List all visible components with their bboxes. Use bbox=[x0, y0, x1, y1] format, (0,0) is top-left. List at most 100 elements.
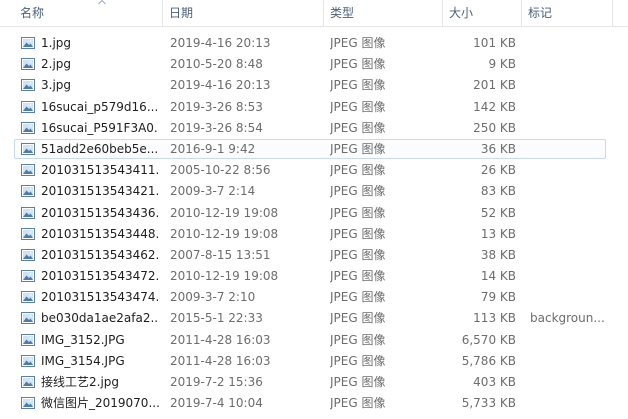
file-size: 83 KB bbox=[480, 184, 516, 199]
file-row[interactable]: 2.jpg 2010-5-20 8:48 JPEG 图像 9 KB bbox=[0, 54, 628, 75]
file-date: 2010-12-19 19:08 bbox=[170, 269, 279, 284]
file-date: 2010-5-20 8:48 bbox=[170, 57, 263, 72]
file-type: JPEG 图像 bbox=[330, 353, 386, 368]
file-row[interactable]: 201031513543411... 2005-10-22 8:56 JPEG 图像… bbox=[0, 160, 628, 181]
file-tags bbox=[530, 181, 626, 202]
file-size: 14 KB bbox=[480, 269, 516, 284]
file-date: 2011-4-28 16:03 bbox=[170, 353, 271, 368]
file-type: JPEG 图像 bbox=[330, 36, 386, 50]
file-type: JPEG 图像 bbox=[330, 269, 386, 284]
file-type: JPEG 图像 bbox=[330, 78, 386, 93]
file-date: 2019-4-16 20:13 bbox=[170, 36, 271, 50]
file-date: 2009-3-7 2:10 bbox=[170, 290, 256, 305]
file-name: 201031513543421... bbox=[41, 184, 159, 199]
file-name: IMG_3152.JPG bbox=[41, 332, 125, 347]
file-date: 2010-12-19 19:08 bbox=[170, 226, 279, 241]
file-type: JPEG 图像 bbox=[330, 396, 386, 411]
file-size: 52 KB bbox=[480, 205, 516, 220]
image-file-icon bbox=[21, 58, 35, 71]
file-row[interactable]: 201031513543462... 2007-8-15 13:51 JPEG 图像… bbox=[0, 245, 628, 266]
file-row[interactable]: IMG_3154.JPG 2011-4-28 16:03 JPEG 图像 5,786 … bbox=[0, 351, 628, 372]
file-name: be030da1ae2afa2... bbox=[41, 311, 159, 326]
file-row[interactable]: 微信图片_2019070... 2019-7-4 10:04 JPEG 图像 5,73… bbox=[0, 393, 628, 414]
file-date: 2009-3-7 2:14 bbox=[170, 184, 256, 199]
file-tags bbox=[530, 266, 626, 287]
file-name: 201031513543462... bbox=[41, 247, 159, 262]
file-size: 5,786 KB bbox=[461, 353, 516, 368]
file-type: JPEG 图像 bbox=[330, 163, 386, 178]
file-row[interactable]: 201031513543472... 2010-12-19 19:08 JPEG 图… bbox=[0, 266, 628, 287]
image-file-icon bbox=[21, 100, 35, 113]
file-type: JPEG 图像 bbox=[330, 311, 386, 326]
file-row[interactable]: 201031513543436... 2010-12-19 19:08 JPEG 图… bbox=[0, 203, 628, 224]
image-file-icon bbox=[21, 312, 35, 325]
column-header-date[interactable]: 日期 bbox=[163, 0, 323, 26]
file-row[interactable]: 201031513543421... 2009-3-7 2:14 JPEG 图像 83… bbox=[0, 181, 628, 202]
column-header-tags-label: 标记 bbox=[528, 6, 553, 20]
file-name: 16sucai_p579d16... bbox=[41, 99, 159, 114]
file-size: 142 KB bbox=[473, 99, 516, 114]
file-size: 6,570 KB bbox=[461, 332, 516, 347]
sort-up-icon bbox=[98, 0, 106, 5]
file-date: 2007-8-15 13:51 bbox=[170, 247, 271, 262]
file-date: 2019-4-16 20:13 bbox=[170, 78, 271, 93]
image-file-icon bbox=[21, 333, 35, 346]
file-row[interactable]: 16sucai_p579d16... 2019-3-26 8:53 JPEG 图像 1… bbox=[0, 97, 628, 118]
file-date: 2019-3-26 8:54 bbox=[170, 120, 263, 135]
file-row[interactable]: IMG_3152.JPG 2011-4-28 16:03 JPEG 图像 6,570 … bbox=[0, 330, 628, 351]
file-type: JPEG 图像 bbox=[330, 120, 386, 135]
file-name: 201031513543411... bbox=[41, 163, 159, 178]
file-size: 38 KB bbox=[480, 247, 516, 262]
file-tags bbox=[530, 393, 626, 414]
column-header-row: 名称 日期 类型 大小 标记 bbox=[0, 0, 628, 27]
file-row[interactable]: 1.jpg 2019-4-16 20:13 JPEG 图像 101 KB bbox=[0, 33, 628, 54]
image-file-icon bbox=[21, 291, 35, 304]
file-type: JPEG 图像 bbox=[330, 332, 386, 347]
file-name: IMG_3154.JPG bbox=[41, 353, 125, 368]
file-row[interactable]: 16sucai_P591F3A0... 2019-3-26 8:54 JPEG 图像… bbox=[0, 118, 628, 139]
file-size: 101 KB bbox=[473, 36, 516, 50]
file-tags bbox=[530, 203, 626, 224]
image-file-icon bbox=[21, 79, 35, 92]
file-type: JPEG 图像 bbox=[330, 247, 386, 262]
file-row[interactable]: 51add2e60beb5e... 2016-9-1 9:42 JPEG 图像 36 … bbox=[0, 138, 628, 160]
file-rows: 1.jpg 2019-4-16 20:13 JPEG 图像 101 KB 2.jpg 20… bbox=[0, 33, 628, 414]
file-type: JPEG 图像 bbox=[330, 141, 386, 156]
file-date: 2019-7-4 10:04 bbox=[170, 396, 263, 411]
file-size: 250 KB bbox=[473, 120, 516, 135]
file-size: 403 KB bbox=[473, 375, 516, 389]
file-name: 51add2e60beb5e... bbox=[41, 141, 159, 156]
column-header-type-label: 类型 bbox=[330, 6, 355, 20]
file-row[interactable]: 接线工艺2.jpg 2019-7-2 15:36 JPEG 图像 403 KB bbox=[0, 372, 628, 393]
file-size: 113 KB bbox=[473, 311, 516, 326]
column-header-name[interactable]: 名称 bbox=[14, 0, 162, 26]
column-divider[interactable] bbox=[612, 0, 613, 26]
image-file-icon bbox=[21, 354, 35, 367]
file-size: 79 KB bbox=[480, 290, 516, 305]
file-date: 2011-4-28 16:03 bbox=[170, 332, 271, 347]
file-tags bbox=[530, 224, 626, 245]
file-size: 201 KB bbox=[473, 78, 516, 93]
file-date: 2015-5-1 22:33 bbox=[170, 311, 263, 326]
file-name: 1.jpg bbox=[41, 36, 72, 50]
file-row[interactable]: 201031513543448... 2010-12-19 19:08 JPEG 图… bbox=[0, 224, 628, 245]
file-row[interactable]: 3.jpg 2019-4-16 20:13 JPEG 图像 201 KB bbox=[0, 75, 628, 96]
column-header-size[interactable]: 大小 bbox=[443, 0, 521, 26]
file-type: JPEG 图像 bbox=[330, 205, 386, 220]
file-name: 16sucai_P591F3A0... bbox=[41, 120, 159, 135]
image-file-icon bbox=[21, 164, 35, 177]
file-row[interactable]: 201031513543474... 2009-3-7 2:10 JPEG 图像 79… bbox=[0, 287, 628, 308]
file-date: 2005-10-22 8:56 bbox=[170, 163, 271, 178]
file-size: 26 KB bbox=[480, 163, 516, 178]
file-explorer-list: 名称 日期 类型 大小 标记 1.jpg 2019-4-16 20:13 JPEG … bbox=[0, 0, 628, 419]
file-name: 微信图片_2019070... bbox=[41, 396, 159, 411]
column-header-tags[interactable]: 标记 bbox=[522, 0, 612, 26]
file-tags: backgroun... bbox=[530, 311, 605, 326]
file-type: JPEG 图像 bbox=[330, 184, 386, 199]
file-tags bbox=[530, 75, 626, 96]
file-row[interactable]: be030da1ae2afa2... 2015-5-1 22:33 JPEG 图像 1… bbox=[0, 308, 628, 329]
file-type: JPEG 图像 bbox=[330, 99, 386, 114]
column-header-type[interactable]: 类型 bbox=[324, 0, 442, 26]
file-type: JPEG 图像 bbox=[330, 375, 386, 389]
image-file-icon bbox=[21, 185, 35, 198]
